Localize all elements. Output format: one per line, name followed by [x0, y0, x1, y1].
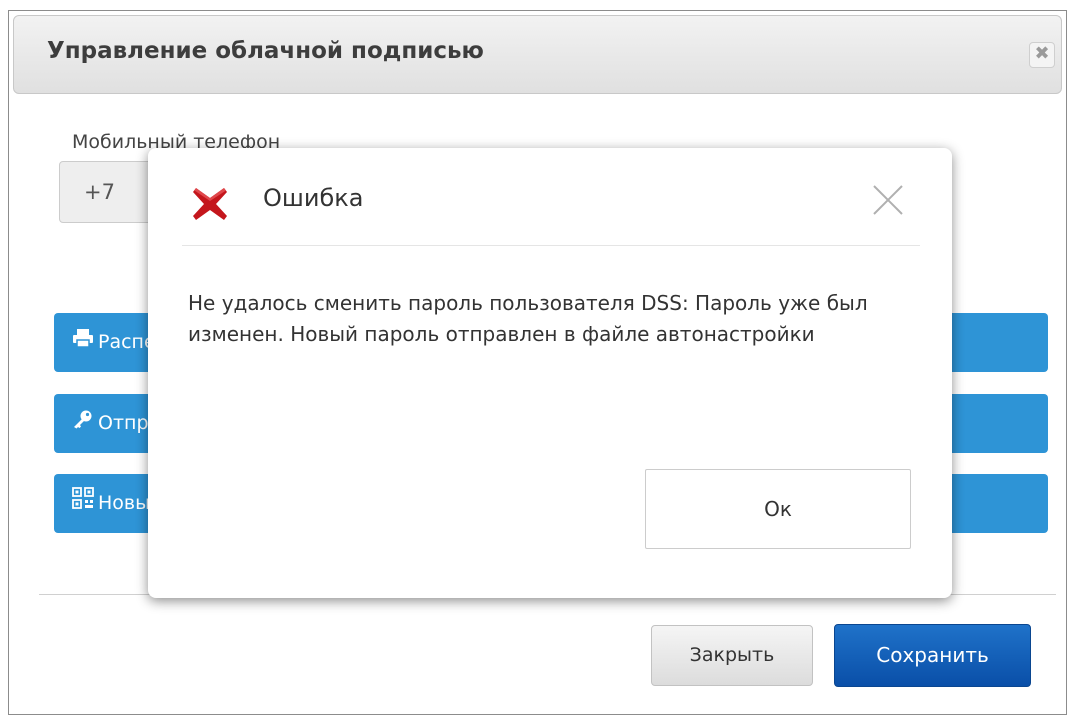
- save-button[interactable]: Сохранить: [834, 624, 1031, 687]
- window-close-button[interactable]: ✖: [1029, 42, 1055, 68]
- dialog-divider: [182, 245, 920, 246]
- window-header: Управление облачной подписью ✖: [13, 15, 1062, 94]
- dialog-title: Ошибка: [263, 184, 364, 212]
- window-title: Управление облачной подписью: [47, 38, 484, 64]
- ok-button[interactable]: Ок: [645, 469, 911, 549]
- error-dialog: Ошибка Не удалось сменить пароль пользов…: [148, 148, 952, 598]
- error-x-icon: [190, 184, 230, 224]
- dialog-message: Не удалось сменить пароль пользователя D…: [188, 291, 868, 346]
- phone-country-code: +7: [59, 161, 155, 223]
- qr-code-icon: [72, 474, 94, 533]
- close-icon[interactable]: [870, 182, 906, 218]
- close-button[interactable]: Закрыть: [651, 625, 813, 686]
- key-icon: [72, 394, 94, 453]
- printer-icon: [72, 313, 94, 372]
